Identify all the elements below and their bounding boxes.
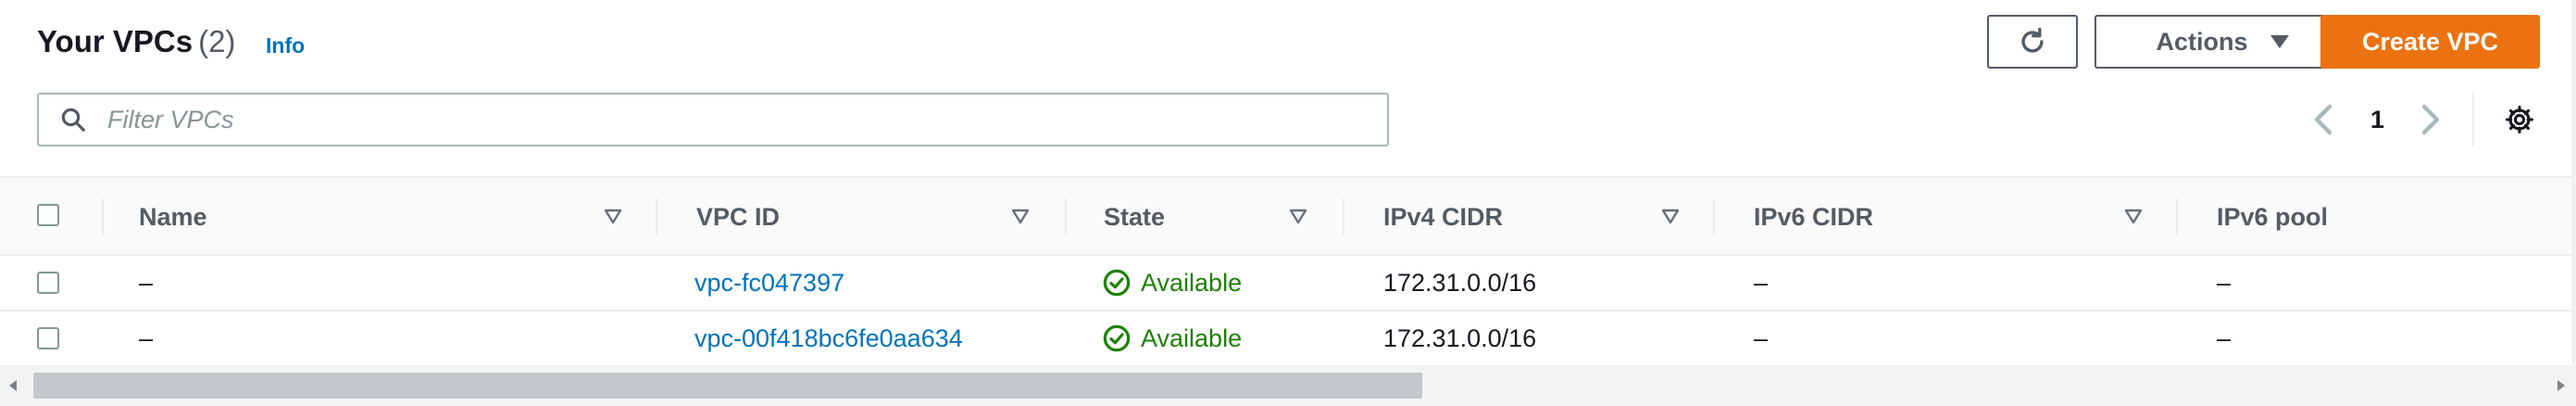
chevron-left-icon	[2314, 104, 2332, 135]
vpc-table-panel: Your VPCs(2) Info Actions Create VPC 1	[0, 0, 2574, 367]
gear-icon	[2505, 105, 2534, 134]
cell-ipv4-cidr: 172.31.0.0/16	[1383, 268, 1537, 297]
column-divider	[1065, 198, 1067, 235]
horizontal-scrollbar[interactable]	[0, 365, 2576, 406]
cell-name: –	[139, 324, 154, 352]
sort-icon[interactable]	[604, 209, 622, 225]
cell-state: Available	[1102, 311, 1242, 365]
chevron-right-icon	[2421, 104, 2440, 135]
page-title: Your VPCs (2)	[37, 24, 235, 59]
actions-label: Actions	[2156, 27, 2248, 56]
scroll-left-arrow-icon[interactable]	[9, 380, 17, 391]
page-title-text: Your VPCs	[37, 24, 194, 58]
column-header-state[interactable]: State	[1104, 178, 1165, 256]
create-vpc-button[interactable]: Create VPC	[2320, 15, 2540, 69]
previous-page-button[interactable]	[2311, 100, 2333, 139]
caret-down-icon	[2270, 35, 2289, 48]
cell-state: Available	[1102, 256, 1242, 310]
column-header-ipv6-cidr[interactable]: IPv6 CIDR	[1754, 178, 1873, 256]
cell-name: –	[139, 268, 154, 297]
pager-divider	[2472, 93, 2474, 146]
scrollbar-thumb[interactable]	[33, 373, 1422, 399]
check-circle-icon	[1103, 269, 1131, 297]
state-label: Available	[1141, 268, 1243, 297]
current-page-number[interactable]: 1	[2370, 100, 2384, 139]
next-page-button[interactable]	[2420, 100, 2443, 139]
row-checkbox[interactable]	[37, 272, 59, 294]
sort-icon[interactable]	[1289, 209, 1307, 225]
row-checkbox[interactable]	[37, 327, 59, 349]
cell-vpc-id-link[interactable]: vpc-00f418bc6fe0aa634	[694, 311, 963, 365]
state-label: Available	[1141, 324, 1243, 352]
info-link[interactable]: Info	[266, 33, 305, 58]
column-divider	[1343, 198, 1344, 235]
table-header: Name VPC ID State IPv4 CIDR IPv6 CIDR IP…	[0, 176, 2572, 256]
column-divider	[1713, 198, 1715, 235]
sort-icon[interactable]	[1661, 209, 1680, 225]
sort-icon[interactable]	[2124, 209, 2143, 225]
cell-ipv6-cidr: –	[1754, 324, 1769, 352]
column-divider	[102, 198, 104, 235]
select-all-checkbox[interactable]	[37, 204, 59, 226]
column-header-vpc-id[interactable]: VPC ID	[696, 178, 780, 256]
cell-ipv6-pool: –	[2217, 268, 2232, 297]
table-row[interactable]: – vpc-00f418bc6fe0aa634 Available 172.31…	[0, 311, 2572, 367]
filter-input[interactable]	[106, 104, 1313, 135]
column-header-ipv6-pool[interactable]: IPv6 pool	[2217, 178, 2328, 256]
column-header-ipv4-cidr[interactable]: IPv4 CIDR	[1383, 178, 1503, 256]
preferences-button[interactable]	[2504, 104, 2535, 140]
cell-ipv6-cidr: –	[1754, 268, 1769, 297]
column-divider	[2176, 198, 2178, 235]
sort-icon[interactable]	[1011, 209, 1030, 225]
refresh-button[interactable]	[1987, 15, 2078, 69]
column-divider	[656, 198, 657, 235]
column-header-name[interactable]: Name	[139, 178, 207, 256]
table-row[interactable]: – vpc-fc047397 Available 172.31.0.0/16 –…	[0, 256, 2572, 311]
scroll-right-arrow-icon[interactable]	[2557, 380, 2565, 391]
cell-ipv6-pool: –	[2217, 324, 2232, 352]
cell-ipv4-cidr: 172.31.0.0/16	[1383, 324, 1537, 352]
actions-dropdown[interactable]: Actions	[2095, 15, 2350, 69]
filter-box[interactable]	[37, 93, 1389, 146]
vpc-count: (2)	[198, 24, 236, 58]
check-circle-icon	[1103, 324, 1131, 352]
refresh-icon	[2021, 27, 2044, 53]
search-icon	[61, 108, 85, 132]
cell-vpc-id-link[interactable]: vpc-fc047397	[694, 256, 844, 310]
vpc-table: Name VPC ID State IPv4 CIDR IPv6 CIDR IP…	[0, 176, 2572, 367]
